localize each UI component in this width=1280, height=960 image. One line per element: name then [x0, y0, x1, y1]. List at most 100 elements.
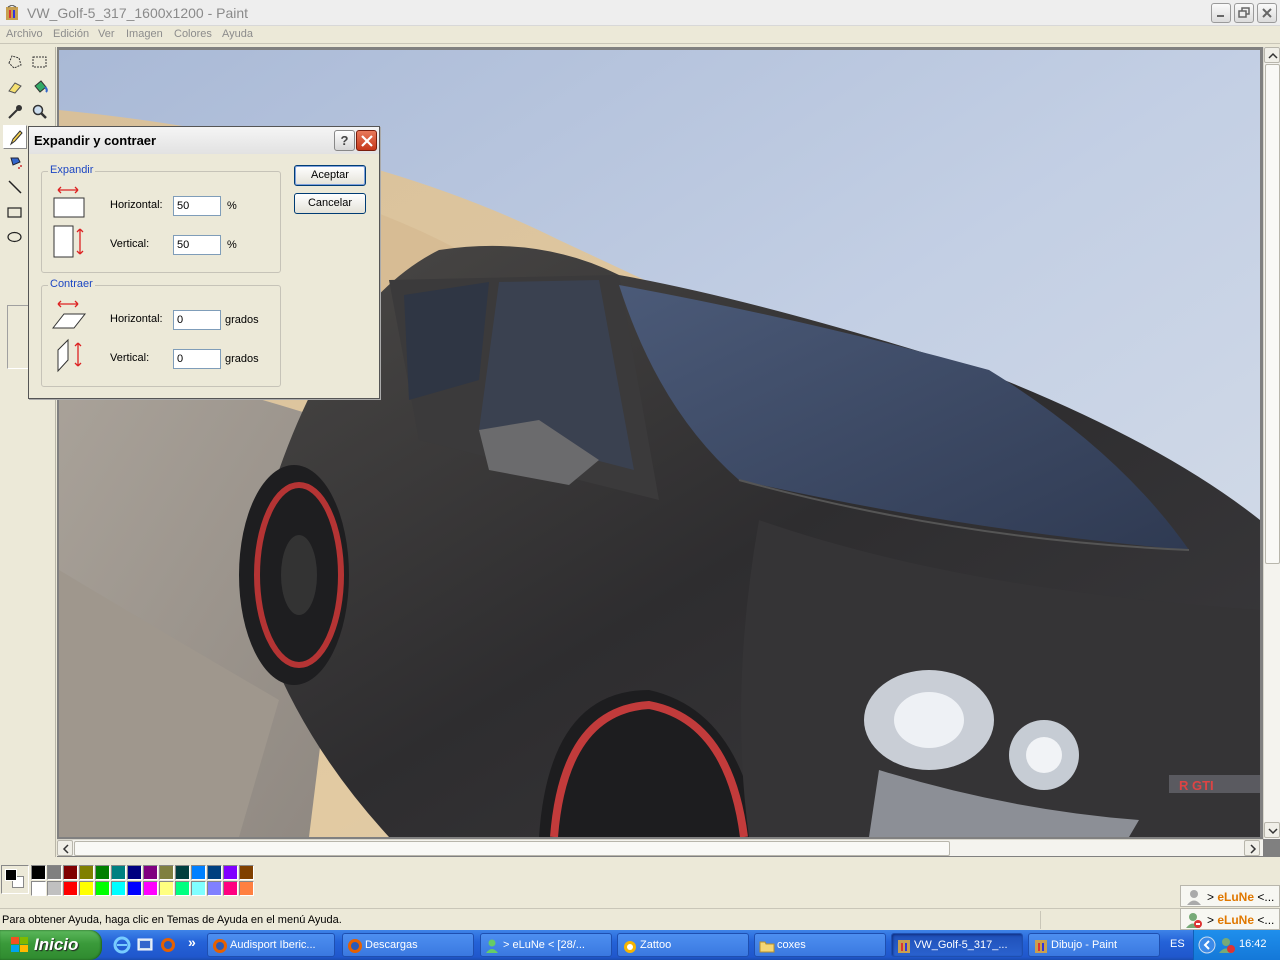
palette-swatch[interactable]: [79, 881, 94, 896]
palette-swatch[interactable]: [31, 865, 46, 880]
contact-offline-icon: [1187, 890, 1201, 905]
palette-swatch[interactable]: [175, 865, 190, 880]
palette-swatch[interactable]: [47, 881, 62, 896]
fill-tool[interactable]: [28, 75, 52, 99]
palette-swatch[interactable]: [47, 865, 62, 880]
dialog-title-bar[interactable]: Expandir y contraer ?: [29, 127, 379, 154]
palette-swatch[interactable]: [63, 881, 78, 896]
taskbar: Inicio » Audisport Iberic... Descargas >…: [0, 930, 1280, 960]
paint-app-icon: [898, 940, 910, 953]
palette-swatch[interactable]: [239, 881, 254, 896]
scroll-up-button[interactable]: [1264, 47, 1280, 63]
magnifier-tool[interactable]: [28, 100, 52, 124]
rect-select-tool[interactable]: [28, 50, 52, 74]
tray-expand-icon[interactable]: [1198, 936, 1216, 954]
taskbar-item[interactable]: Zattoo: [617, 933, 749, 957]
taskbar-item[interactable]: Descargas: [342, 933, 474, 957]
taskbar-item[interactable]: > eLuNe < [28/...: [480, 933, 612, 957]
eraser-tool[interactable]: [3, 75, 27, 99]
taskbar-item[interactable]: VW_Golf-5_317_...: [891, 933, 1023, 957]
skew-vertical-input[interactable]: 0: [173, 349, 221, 369]
minimize-button[interactable]: [1211, 3, 1231, 23]
palette-swatch[interactable]: [127, 881, 142, 896]
toast-suffix: <...: [1254, 913, 1275, 927]
messenger-notification[interactable]: > eLuNe <...: [1180, 908, 1280, 930]
clock: 16:42: [1239, 938, 1267, 950]
palette-swatch[interactable]: [191, 881, 206, 896]
folder-icon: [759, 941, 775, 953]
ellipse-tool[interactable]: [3, 225, 27, 249]
menu-archivo[interactable]: Archivo: [6, 28, 43, 40]
palette-swatch[interactable]: [175, 881, 190, 896]
minimize-icon: [1217, 15, 1224, 17]
palette-swatch[interactable]: [223, 881, 238, 896]
stretch-group: Expandir Horizontal: 50 % Vertical: 50 %: [41, 164, 281, 273]
palette-swatch[interactable]: [111, 865, 126, 880]
cancel-button[interactable]: Cancelar: [294, 193, 366, 214]
horizontal-scrollbar[interactable]: [57, 839, 1263, 856]
stretch-skew-dialog: Expandir y contraer ? Expandir Horizonta…: [28, 126, 380, 399]
close-window-button[interactable]: [1257, 3, 1277, 23]
skew-horizontal-input[interactable]: 0: [173, 310, 221, 330]
messenger-notification[interactable]: > eLuNe <...: [1180, 885, 1280, 907]
taskbar-item[interactable]: coxes: [754, 933, 886, 957]
menu-edicion[interactable]: Edición: [53, 28, 89, 40]
palette-swatch[interactable]: [159, 881, 174, 896]
firefox-icon[interactable]: [159, 936, 177, 954]
menu-colores[interactable]: Colores: [174, 28, 212, 40]
palette-swatch[interactable]: [111, 881, 126, 896]
palette-swatch[interactable]: [31, 881, 46, 896]
airbrush-tool[interactable]: [3, 150, 27, 174]
show-desktop-icon[interactable]: [136, 936, 154, 954]
skew-horizontal-label: Horizontal:: [110, 313, 163, 325]
line-tool[interactable]: [3, 175, 27, 199]
horizontal-scroll-thumb[interactable]: [74, 841, 950, 856]
palette-swatch[interactable]: [239, 865, 254, 880]
quicklaunch-more-button[interactable]: »: [188, 934, 196, 950]
menu-ayuda[interactable]: Ayuda: [222, 28, 253, 40]
dialog-close-button[interactable]: [356, 130, 377, 151]
vertical-scroll-thumb[interactable]: [1265, 64, 1280, 564]
pencil-icon: [9, 130, 23, 146]
palette-swatch[interactable]: [95, 865, 110, 880]
scroll-right-button[interactable]: [1244, 840, 1260, 856]
palette-swatch[interactable]: [143, 881, 158, 896]
palette-swatch[interactable]: [63, 865, 78, 880]
ok-button[interactable]: Aceptar: [294, 165, 366, 186]
menu-ver[interactable]: Ver: [98, 28, 115, 40]
palette-swatch[interactable]: [127, 865, 142, 880]
rectangle-tool[interactable]: [3, 200, 27, 224]
current-colors[interactable]: [1, 865, 29, 894]
palette-swatch[interactable]: [223, 865, 238, 880]
palette-swatch[interactable]: [95, 881, 110, 896]
color-picker-tool[interactable]: [3, 100, 27, 124]
palette-swatch[interactable]: [207, 881, 222, 896]
restore-icon: [1238, 7, 1250, 18]
svg-text:R GTI: R GTI: [1179, 778, 1214, 793]
palette-swatch[interactable]: [159, 865, 174, 880]
windows-logo-icon: [11, 937, 28, 952]
stretch-horizontal-input[interactable]: 50: [173, 196, 221, 216]
stretch-horizontal-label: Horizontal:: [110, 199, 163, 211]
palette-swatch[interactable]: [207, 865, 222, 880]
taskbar-item[interactable]: Audisport Iberic...: [207, 933, 335, 957]
dialog-help-button[interactable]: ?: [334, 130, 355, 151]
vertical-scrollbar[interactable]: [1263, 47, 1280, 839]
scroll-left-button[interactable]: [57, 840, 73, 856]
language-indicator[interactable]: ES: [1170, 938, 1185, 950]
start-button[interactable]: Inicio: [0, 930, 102, 960]
contact-name: eLuNe: [1217, 913, 1255, 927]
scroll-down-button[interactable]: [1264, 822, 1280, 838]
stretch-vertical-input[interactable]: 50: [173, 235, 221, 255]
internet-explorer-icon[interactable]: [113, 936, 131, 954]
palette-swatch[interactable]: [191, 865, 206, 880]
maximize-button[interactable]: [1234, 3, 1254, 23]
palette-swatch[interactable]: [143, 865, 158, 880]
free-select-tool[interactable]: [3, 50, 27, 74]
messenger-tray-icon[interactable]: [1218, 936, 1236, 954]
palette-swatch[interactable]: [79, 865, 94, 880]
pencil-tool[interactable]: [3, 125, 27, 149]
menu-imagen[interactable]: Imagen: [126, 28, 163, 40]
foreground-color[interactable]: [5, 869, 17, 881]
taskbar-item[interactable]: Dibujo - Paint: [1028, 933, 1160, 957]
